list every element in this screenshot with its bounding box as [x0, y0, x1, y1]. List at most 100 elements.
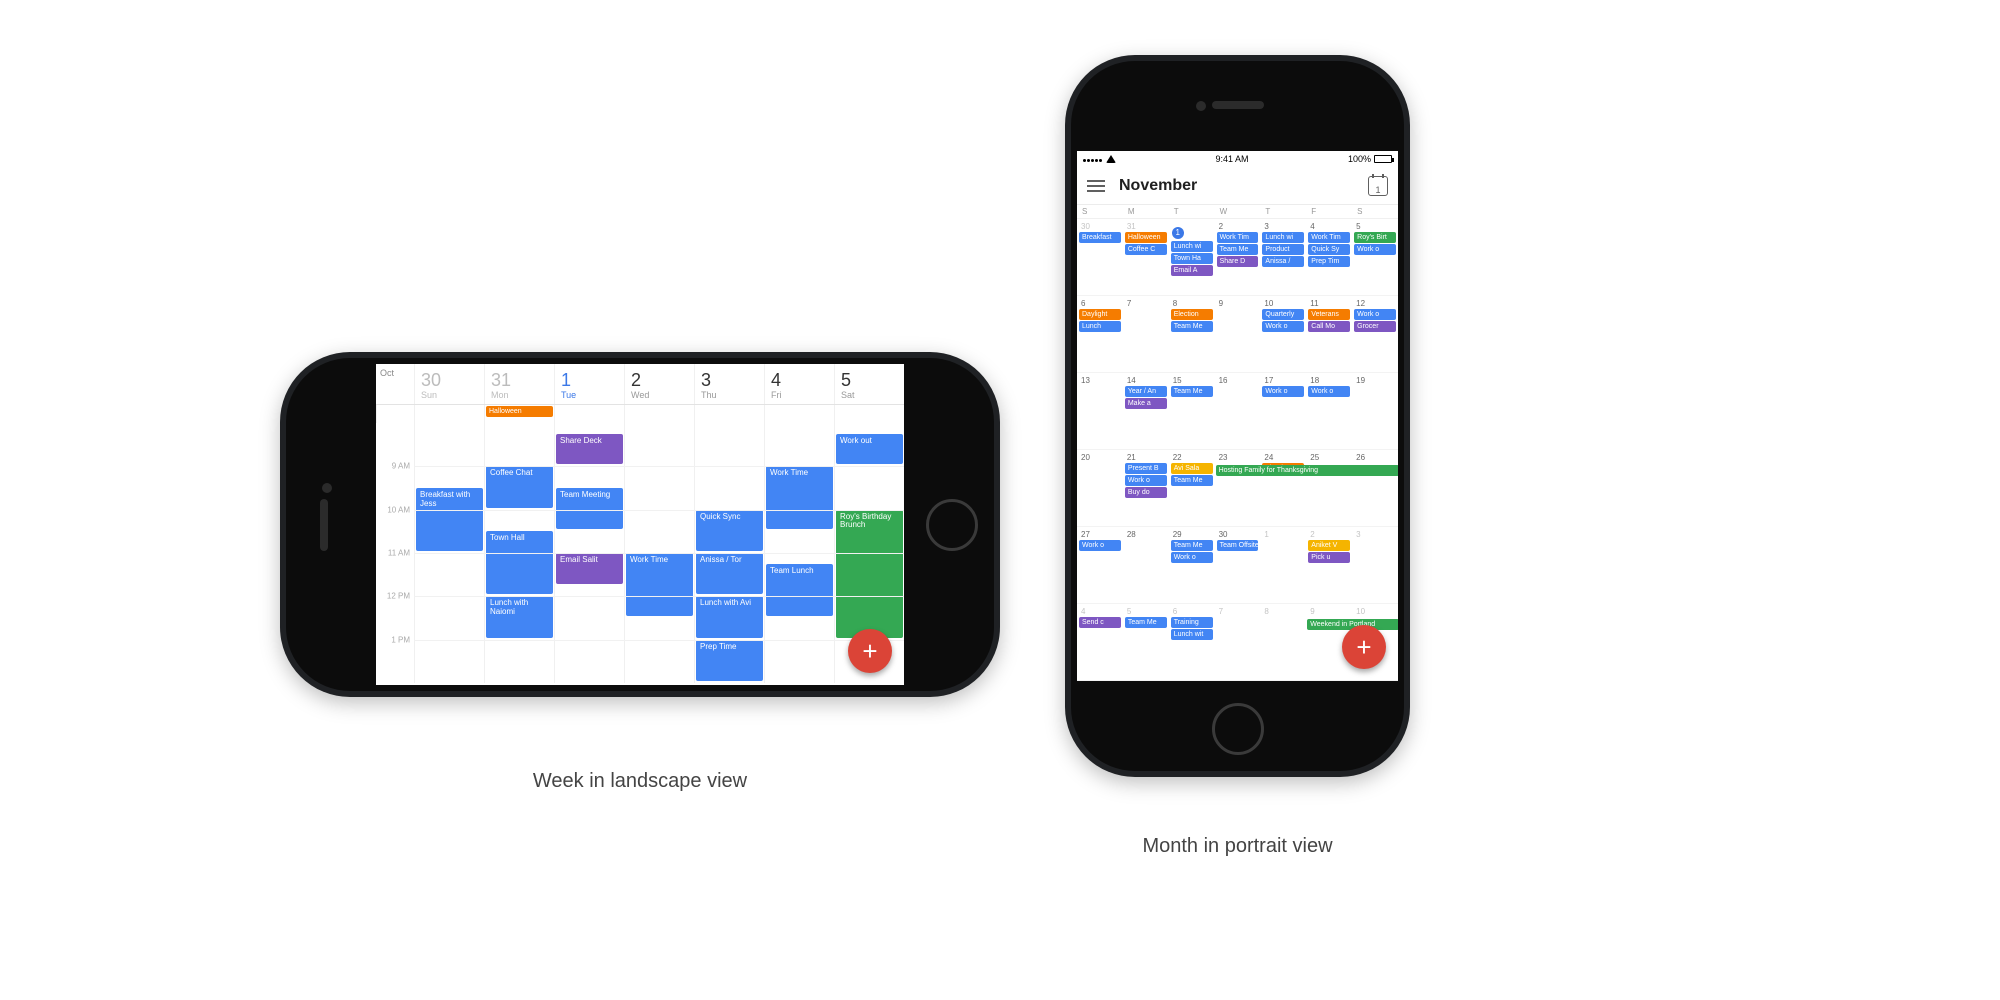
event-chip[interactable]: Work o	[1079, 540, 1121, 551]
event-chip[interactable]: Team Me	[1171, 475, 1213, 486]
event-chip[interactable]: Team Me	[1125, 617, 1167, 628]
event-block[interactable]: Town Hall	[486, 531, 553, 594]
event-chip[interactable]: Work o	[1125, 475, 1167, 486]
month-day-cell[interactable]: 15Team Me	[1169, 373, 1215, 449]
month-day-cell[interactable]: 10QuarterlyWork o	[1260, 296, 1306, 372]
event-chip[interactable]: Coffee C	[1125, 244, 1167, 255]
event-chip[interactable]: Work o	[1308, 386, 1350, 397]
event-chip[interactable]: Work Tim	[1217, 232, 1259, 243]
event-chip[interactable]: Quarterly	[1262, 309, 1304, 320]
event-chip[interactable]: Work o	[1262, 321, 1304, 332]
event-chip[interactable]: Share D	[1217, 256, 1259, 267]
event-block[interactable]: Anissa / Tor	[696, 553, 763, 594]
month-day-cell[interactable]: 16	[1215, 373, 1261, 449]
event-chip[interactable]: Lunch wi	[1171, 241, 1213, 252]
event-chip[interactable]: Lunch wit	[1171, 629, 1213, 640]
month-day-cell[interactable]: 7	[1123, 296, 1169, 372]
week-day-header[interactable]: 30 Sun	[414, 364, 484, 404]
today-icon[interactable]: 1	[1368, 176, 1388, 196]
month-day-cell[interactable]: 30Breakfast	[1077, 219, 1123, 295]
month-day-cell[interactable]: 14Year / AnMake a	[1123, 373, 1169, 449]
event-chip[interactable]: Send c	[1079, 617, 1121, 628]
event-block[interactable]: Team Meeting	[556, 488, 623, 529]
event-block[interactable]: Coffee Chat	[486, 466, 553, 507]
event-chip[interactable]: Team Offsite	[1217, 540, 1259, 551]
month-day-cell[interactable]: 7	[1215, 604, 1261, 680]
week-day-header[interactable]: 5 Sat	[834, 364, 904, 404]
event-chip[interactable]: Pick u	[1308, 552, 1350, 563]
fab-create-event[interactable]: +	[1342, 625, 1386, 669]
event-chip[interactable]: Training	[1171, 617, 1213, 628]
month-day-cell[interactable]: 28	[1123, 527, 1169, 603]
event-block[interactable]: Share Deck	[556, 434, 623, 465]
month-weeks[interactable]: 30Breakfast31HalloweenCoffee C1Lunch wiT…	[1077, 219, 1398, 681]
week-day-header[interactable]: 4 Fri	[764, 364, 834, 404]
month-day-cell[interactable]: 4Work TimQuick SyPrep Tim	[1306, 219, 1352, 295]
event-chip[interactable]: Work o	[1171, 552, 1213, 563]
month-day-cell[interactable]: 22Avi SalaTeam Me	[1169, 450, 1215, 526]
month-day-cell[interactable]: 8ElectionTeam Me	[1169, 296, 1215, 372]
event-chip[interactable]: Avi Sala	[1171, 463, 1213, 474]
month-day-cell[interactable]: 19	[1352, 373, 1398, 449]
month-day-cell[interactable]: 25	[1306, 450, 1352, 526]
event-chip[interactable]: Year / An	[1125, 386, 1167, 397]
event-chip[interactable]: Make a	[1125, 398, 1167, 409]
month-day-cell[interactable]: 9	[1215, 296, 1261, 372]
month-day-cell[interactable]: 13	[1077, 373, 1123, 449]
month-day-cell[interactable]: 31HalloweenCoffee C	[1123, 219, 1169, 295]
event-chip[interactable]: Product	[1262, 244, 1304, 255]
event-chip[interactable]: Halloween	[1125, 232, 1167, 243]
month-day-cell[interactable]: 2Aniket VPick u	[1306, 527, 1352, 603]
event-chip[interactable]: Lunch wi	[1262, 232, 1304, 243]
event-chip[interactable]: Roy's Birt	[1354, 232, 1396, 243]
event-chip[interactable]: Lunch	[1079, 321, 1121, 332]
event-chip[interactable]: Team Me	[1217, 244, 1259, 255]
month-day-cell[interactable]: 3Lunch wiProductAnissa /	[1260, 219, 1306, 295]
event-chip[interactable]: Prep Tim	[1308, 256, 1350, 267]
event-chip[interactable]: Work o	[1354, 244, 1396, 255]
event-chip[interactable]: Aniket V	[1308, 540, 1350, 551]
toolbar-title[interactable]: November	[1119, 177, 1354, 195]
menu-icon[interactable]	[1087, 180, 1105, 192]
event-block[interactable]: Prep Time	[696, 640, 763, 681]
event-block[interactable]: Work out	[836, 434, 903, 465]
week-grid[interactable]: 9 AM10 AM11 AM12 PM1 PM Breakfast with J…	[376, 423, 904, 683]
event-chip[interactable]: Veterans	[1308, 309, 1350, 320]
event-block[interactable]: Lunch with Avi	[696, 596, 763, 637]
event-block[interactable]: Email Salit	[556, 553, 623, 584]
month-day-cell[interactable]: 26	[1352, 450, 1398, 526]
month-day-cell[interactable]: 11VeteransCall Mo	[1306, 296, 1352, 372]
month-day-cell[interactable]: 5Roy's BirtWork o	[1352, 219, 1398, 295]
event-chip[interactable]: Quick Sy	[1308, 244, 1350, 255]
month-day-cell[interactable]: 1Lunch wiTown HaEmail A	[1169, 219, 1215, 295]
event-chip[interactable]: Anissa /	[1262, 256, 1304, 267]
month-day-cell[interactable]: 18Work o	[1306, 373, 1352, 449]
event-block[interactable]: Lunch with Naiomi	[486, 596, 553, 637]
allday-event-chip[interactable]: Halloween	[486, 406, 553, 417]
fab-create-event[interactable]: +	[848, 629, 892, 673]
month-day-cell[interactable]: 20	[1077, 450, 1123, 526]
event-chip[interactable]: Daylight	[1079, 309, 1121, 320]
month-day-cell[interactable]: 4Send c	[1077, 604, 1123, 680]
home-button[interactable]	[926, 499, 978, 551]
event-chip[interactable]: Work Tim	[1308, 232, 1350, 243]
month-day-cell[interactable]: 23	[1215, 450, 1261, 526]
home-button[interactable]	[1212, 703, 1264, 755]
event-chip[interactable]: Grocer	[1354, 321, 1396, 332]
month-day-cell[interactable]: 6TrainingLunch wit	[1169, 604, 1215, 680]
month-day-cell[interactable]: 17Work o	[1260, 373, 1306, 449]
month-day-cell[interactable]: 2Work TimTeam MeShare D	[1215, 219, 1261, 295]
event-block[interactable]: Work Time	[626, 553, 693, 616]
event-chip[interactable]: Team Me	[1171, 540, 1213, 551]
month-day-cell[interactable]: 24Thanksg	[1260, 450, 1306, 526]
event-chip[interactable]: Present B	[1125, 463, 1167, 474]
event-chip[interactable]: Team Me	[1171, 321, 1213, 332]
month-day-cell[interactable]: 21Present BWork oBuy do	[1123, 450, 1169, 526]
event-chip[interactable]: Buy do	[1125, 487, 1167, 498]
week-day-header[interactable]: 3 Thu	[694, 364, 764, 404]
month-day-cell[interactable]: 8	[1260, 604, 1306, 680]
month-day-cell[interactable]: 29Team MeWork o	[1169, 527, 1215, 603]
event-chip[interactable]: Team Me	[1171, 386, 1213, 397]
event-chip[interactable]: Work o	[1262, 386, 1304, 397]
event-block[interactable]: Quick Sync	[696, 510, 763, 551]
